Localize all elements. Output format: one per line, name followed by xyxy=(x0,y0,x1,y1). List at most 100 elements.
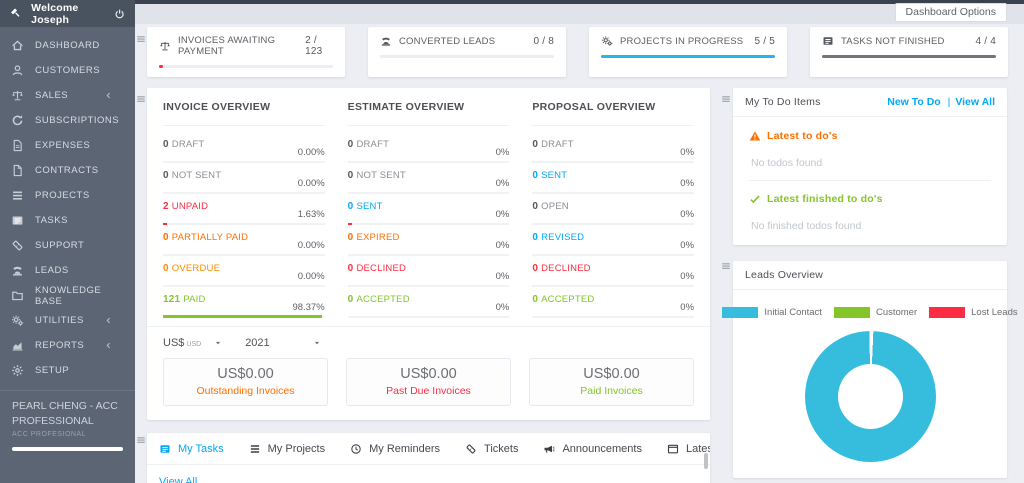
power-icon[interactable] xyxy=(114,8,125,20)
status-label: OVERDUE xyxy=(172,263,220,274)
sidebar-item-label: CONTRACTS xyxy=(35,165,99,176)
sidebar-item-dashboard[interactable]: DASHBOARD xyxy=(0,33,135,58)
status-row-invoice-draft[interactable]: 0DRAFT 0.00% xyxy=(163,132,325,163)
status-row-invoice-partially-paid[interactable]: 0PARTIALLY PAID 0.00% xyxy=(163,225,325,256)
drag-handle-icon[interactable] xyxy=(135,93,147,105)
overview-divider xyxy=(147,326,710,327)
tab-tickets[interactable]: Tickets xyxy=(465,443,518,464)
status-row-estimate-sent[interactable]: 0SENT 0% xyxy=(348,194,510,225)
status-count: 0 xyxy=(348,170,354,181)
no-finished-todos-text: No finished todos found xyxy=(751,220,991,232)
sidebar-item-leads[interactable]: LEADS xyxy=(0,258,135,283)
sidebar-item-label: UTILITIES xyxy=(35,315,84,326)
status-row-proposal-open[interactable]: 0OPEN 0% xyxy=(532,194,694,225)
sidebar-item-projects[interactable]: PROJECTS xyxy=(0,183,135,208)
currency-symbol: US$ xyxy=(163,337,184,349)
sidebar-item-knowledge-base[interactable]: KNOWLEDGE BASE xyxy=(0,283,135,308)
sidebar-item-contracts[interactable]: CONTRACTS xyxy=(0,158,135,183)
status-label: PARTIALLY PAID xyxy=(172,232,248,243)
status-row-invoice-paid[interactable]: 121PAID 98.37% xyxy=(163,287,325,318)
status-label: NOT SENT xyxy=(172,170,221,181)
sidebar-item-customers[interactable]: CUSTOMERS xyxy=(0,58,135,83)
status-pct: 0% xyxy=(680,302,694,313)
total-amount: US$0.00 xyxy=(530,366,693,382)
sidebar-item-utilities[interactable]: UTILITIES xyxy=(0,308,135,333)
receipt-icon xyxy=(11,139,24,152)
account-progress-bar xyxy=(12,447,123,451)
stat-label: CONVERTED LEADS xyxy=(399,36,495,47)
total-past-due-invoices[interactable]: US$0.00 Past Due Invoices xyxy=(346,358,511,406)
status-count: 0 xyxy=(532,170,538,181)
sidebar-header: Welcome Joseph xyxy=(0,0,135,27)
stat-card-projects-in-progress[interactable]: PROJECTS IN PROGRESS 5 / 5 xyxy=(589,27,787,77)
status-row-invoice-not-sent[interactable]: 0NOT SENT 0.00% xyxy=(163,163,325,194)
status-row-proposal-revised[interactable]: 0REVISED 0% xyxy=(532,225,694,256)
status-label: DRAFT xyxy=(172,139,205,150)
status-row-estimate-draft[interactable]: 0DRAFT 0% xyxy=(348,132,510,163)
view-all-link[interactable]: View All xyxy=(159,476,197,483)
finance-overview-card: INVOICE OVERVIEW 0DRAFT 0.00% 0NOT SENT … xyxy=(147,88,710,420)
total-outstanding-invoices[interactable]: US$0.00 Outstanding Invoices xyxy=(163,358,328,406)
drag-handle-icon[interactable] xyxy=(720,260,732,272)
leads-donut-chart[interactable] xyxy=(805,331,936,462)
currency-select[interactable]: US$ USD xyxy=(163,337,223,349)
list-icon xyxy=(159,443,171,455)
legend-item-customer[interactable]: Customer xyxy=(834,307,917,318)
megaphone-icon xyxy=(543,443,555,455)
sidebar-item-expenses[interactable]: EXPENSES xyxy=(0,133,135,158)
dashboard-options-button[interactable]: Dashboard Options xyxy=(895,3,1007,22)
scrollbar-thumb[interactable] xyxy=(704,453,708,469)
chevron-left-icon xyxy=(104,341,113,350)
status-pct: 0% xyxy=(680,271,694,282)
warning-icon xyxy=(749,130,761,142)
sidebar-item-label: SUBSCRIPTIONS xyxy=(35,115,119,126)
status-row-invoice-overdue[interactable]: 0OVERDUE 0.00% xyxy=(163,256,325,287)
drag-handle-icon[interactable] xyxy=(135,434,147,446)
status-row-estimate-accepted[interactable]: 0ACCEPTED 0% xyxy=(348,287,510,318)
sidebar-item-setup[interactable]: SETUP xyxy=(0,358,135,383)
sidebar-item-sales[interactable]: SALES xyxy=(0,83,135,108)
proposal-overview-column: PROPOSAL OVERVIEW 0DRAFT 0% 0SENT 0% 0OP… xyxy=(532,101,694,318)
tab-label: My Tasks xyxy=(178,443,224,455)
tab-my-reminders[interactable]: My Reminders xyxy=(350,443,440,464)
status-row-proposal-accepted[interactable]: 0ACCEPTED 0% xyxy=(532,287,694,318)
tab-announcements[interactable]: Announcements xyxy=(543,443,642,464)
status-row-invoice-unpaid[interactable]: 2UNPAID 1.63% xyxy=(163,194,325,225)
refresh-icon xyxy=(11,114,24,127)
tab-my-projects[interactable]: My Projects xyxy=(249,443,325,464)
stat-cards-row: INVOICES AWAITING PAYMENT 2 / 123 CONVER… xyxy=(147,27,1008,77)
stat-card-invoices-awaiting-payment[interactable]: INVOICES AWAITING PAYMENT 2 / 123 xyxy=(147,27,345,77)
tab-my-tasks[interactable]: My Tasks xyxy=(159,443,224,464)
my-todo-card: My To Do Items New To Do | View All Late… xyxy=(733,88,1007,245)
status-row-proposal-declined[interactable]: 0DECLINED 0% xyxy=(532,256,694,287)
year-select[interactable]: 2021 xyxy=(245,337,321,349)
status-count: 0 xyxy=(163,170,169,181)
status-count: 2 xyxy=(163,201,169,212)
sidebar-divider xyxy=(0,390,135,391)
status-row-estimate-expired[interactable]: 0EXPIRED 0% xyxy=(348,225,510,256)
status-row-estimate-not-sent[interactable]: 0NOT SENT 0% xyxy=(348,163,510,194)
total-label: Outstanding Invoices xyxy=(164,385,327,397)
status-count: 0 xyxy=(348,201,354,212)
sidebar-item-label: SALES xyxy=(35,90,68,101)
invoice-totals-row: US$0.00 Outstanding Invoices US$0.00 Pas… xyxy=(163,358,694,406)
status-row-proposal-sent[interactable]: 0SENT 0% xyxy=(532,163,694,194)
total-paid-invoices[interactable]: US$0.00 Paid Invoices xyxy=(529,358,694,406)
legend-item-lost-leads[interactable]: Lost Leads xyxy=(929,307,1017,318)
drag-handle-icon[interactable] xyxy=(135,33,147,45)
status-row-estimate-declined[interactable]: 0DECLINED 0% xyxy=(348,256,510,287)
sidebar-item-tasks[interactable]: TASKS xyxy=(0,208,135,233)
stat-card-converted-leads[interactable]: CONVERTED LEADS 0 / 8 xyxy=(368,27,566,77)
stat-card-tasks-not-finished[interactable]: TASKS NOT FINISHED 4 / 4 xyxy=(810,27,1008,77)
legend-label: Initial Contact xyxy=(764,307,822,318)
sidebar-item-support[interactable]: SUPPORT xyxy=(0,233,135,258)
stat-label: PROJECTS IN PROGRESS xyxy=(620,36,743,47)
drag-handle-icon[interactable] xyxy=(720,93,732,105)
new-todo-link[interactable]: New To Do xyxy=(887,96,940,108)
sidebar-item-subscriptions[interactable]: SUBSCRIPTIONS xyxy=(0,108,135,133)
sidebar-item-reports[interactable]: REPORTS xyxy=(0,333,135,358)
legend-item-initial-contact[interactable]: Initial Contact xyxy=(722,307,822,318)
todo-view-all-link[interactable]: View All xyxy=(955,96,995,108)
status-row-proposal-draft[interactable]: 0DRAFT 0% xyxy=(532,132,694,163)
scales-icon xyxy=(11,89,24,102)
